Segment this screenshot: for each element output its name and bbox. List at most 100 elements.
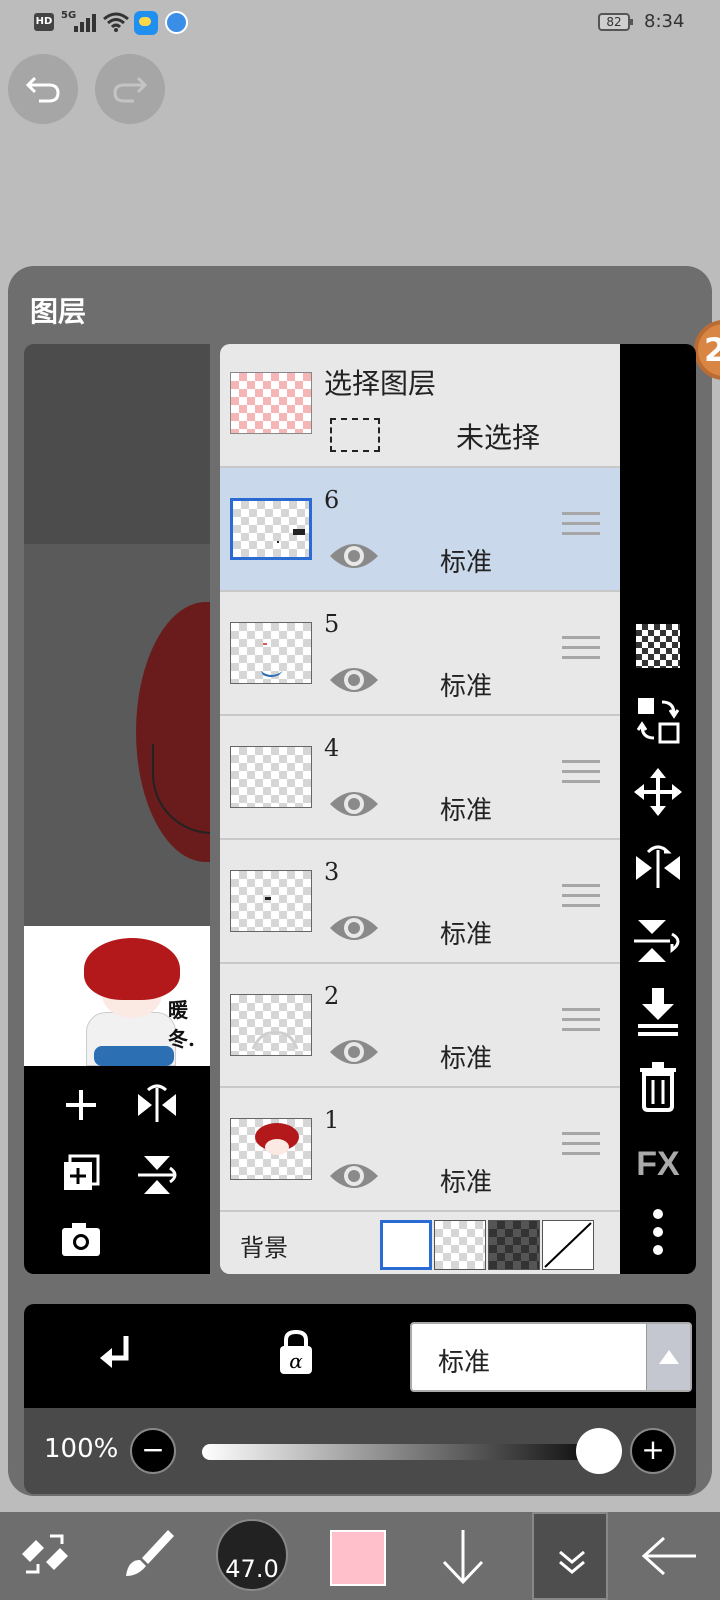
selection-thumbnail <box>230 372 312 434</box>
layer-thumbnail <box>230 870 312 932</box>
layer-thumbnail <box>230 498 312 560</box>
hd-indicator: HD <box>34 13 54 31</box>
layer-number: 3 <box>324 858 340 886</box>
browser-app-icon <box>165 11 188 34</box>
layer-blend-mode: 标准 <box>440 1044 493 1074</box>
layer-row-2[interactable]: 2 标准 <box>220 964 620 1088</box>
layer-thumbnail <box>230 746 312 808</box>
drag-handle-icon[interactable] <box>562 884 600 918</box>
background-transparent-swatch[interactable] <box>434 1220 486 1270</box>
double-chevron-down-icon <box>559 1550 585 1574</box>
canvas-shade <box>24 344 210 544</box>
thumb-signature: 暖冬. <box>168 998 195 1051</box>
flip-horizontal-icon[interactable] <box>132 1080 182 1130</box>
more-options-icon[interactable] <box>630 1204 686 1260</box>
selection-layer-row[interactable]: 选择图层 未选择 <box>220 344 620 468</box>
layer-number: 5 <box>324 610 340 638</box>
visibility-eye-icon[interactable] <box>328 662 380 698</box>
flip-vertical-icon[interactable] <box>132 1150 182 1200</box>
visibility-eye-icon[interactable] <box>328 910 380 946</box>
status-bar: HD 5G 82 8:34 <box>0 0 720 44</box>
battery-icon: 82 <box>598 13 633 31</box>
undo-button[interactable] <box>8 54 78 124</box>
opacity-bar: 100% − + <box>24 1408 696 1494</box>
background-label: 背景 <box>240 1234 288 1262</box>
layer-row-3[interactable]: 3 标准 <box>220 840 620 964</box>
layer-row-5[interactable]: 5 标准 <box>220 592 620 716</box>
layer-row-6[interactable]: 6 标准 <box>220 468 620 592</box>
layer-blend-mode: 标准 <box>440 796 493 826</box>
opacity-plus-button[interactable]: + <box>630 1428 676 1474</box>
redo-button[interactable] <box>95 54 165 124</box>
layer-blend-mode: 标准 <box>440 920 493 950</box>
drag-handle-icon[interactable] <box>562 1008 600 1042</box>
redo-icon <box>113 76 148 103</box>
brush-icon[interactable] <box>118 1524 178 1584</box>
camera-icon[interactable] <box>56 1214 106 1264</box>
blend-bar: α 标准 <box>24 1304 696 1408</box>
visibility-eye-icon[interactable] <box>328 786 380 822</box>
swap-layers-icon[interactable] <box>630 692 686 748</box>
navigator-thumbnail[interactable]: 暖冬. <box>24 926 210 1066</box>
layer-number: 1 <box>324 1106 340 1134</box>
collapse-panel-button[interactable] <box>532 1512 608 1600</box>
background-white-swatch[interactable] <box>380 1220 432 1270</box>
down-arrow-icon[interactable] <box>438 1526 488 1586</box>
flip-layer-horizontal-icon[interactable] <box>630 838 686 894</box>
opacity-slider-handle[interactable] <box>576 1428 622 1474</box>
visibility-eye-icon[interactable] <box>328 1034 380 1070</box>
background-row: 背景 <box>220 1212 620 1274</box>
visibility-eye-icon[interactable] <box>328 538 380 574</box>
layer-row-1[interactable]: 1 标准 <box>220 1088 620 1212</box>
color-swatch[interactable] <box>330 1530 386 1586</box>
fx-button[interactable]: FX <box>630 1136 686 1192</box>
duplicate-layer-icon[interactable] <box>56 1150 106 1200</box>
layer-number: 2 <box>324 982 340 1010</box>
signal-icon <box>70 14 96 32</box>
layer-row-4[interactable]: 4 标准 <box>220 716 620 840</box>
weather-app-icon <box>134 11 158 35</box>
background-none-swatch[interactable] <box>542 1220 594 1270</box>
canvas-tools <box>24 1066 210 1274</box>
selection-marquee-icon <box>330 418 380 452</box>
transparency-lock-icon[interactable] <box>636 624 680 668</box>
layer-thumbnail <box>230 622 312 684</box>
drag-handle-icon[interactable] <box>562 1132 600 1166</box>
layer-blend-mode: 标准 <box>440 548 493 578</box>
merge-down-icon[interactable] <box>630 984 686 1040</box>
brush-size-button[interactable]: 47.0 <box>216 1519 288 1591</box>
layer-toolbar: FX <box>620 344 696 1274</box>
move-icon[interactable] <box>630 764 686 820</box>
background-dark-swatch[interactable] <box>488 1220 540 1270</box>
add-layer-icon[interactable] <box>56 1080 106 1130</box>
delete-layer-icon[interactable] <box>630 1058 686 1114</box>
selection-title: 选择图层 <box>324 367 437 400</box>
layer-thumbnail <box>230 994 312 1056</box>
drag-handle-icon[interactable] <box>562 512 600 546</box>
layer-number: 6 <box>324 486 340 514</box>
transform-eraser-icon[interactable] <box>16 1526 72 1582</box>
thumb-hair <box>84 938 180 1000</box>
layer-number: 4 <box>324 734 340 762</box>
blend-mode-select[interactable]: 标准 <box>410 1322 692 1392</box>
layer-blend-mode: 标准 <box>440 1168 493 1198</box>
visibility-eye-icon[interactable] <box>328 1158 380 1194</box>
opacity-value: 100% <box>44 1434 119 1464</box>
drag-handle-icon[interactable] <box>562 760 600 794</box>
flip-layer-vertical-icon[interactable] <box>630 912 686 968</box>
svg-text:α: α <box>289 1349 303 1373</box>
layer-list: 选择图层 未选择 6 标准 5 标准 4 标准 3 标准 2 标准 1 标准 背… <box>220 344 620 1274</box>
layer-thumbnail <box>230 1118 312 1180</box>
layer-blend-mode: 标准 <box>440 672 493 702</box>
opacity-slider[interactable] <box>202 1444 608 1460</box>
clipping-arrow-icon[interactable] <box>96 1332 140 1380</box>
selection-status: 未选择 <box>456 421 541 454</box>
alpha-lock-icon[interactable]: α <box>276 1328 316 1378</box>
blend-mode-value: 标准 <box>438 1348 491 1378</box>
drag-handle-icon[interactable] <box>562 636 600 670</box>
thumb-shorts <box>94 1046 174 1066</box>
clock: 8:34 <box>644 11 685 32</box>
dropdown-arrow-icon <box>646 1324 690 1390</box>
back-arrow-icon[interactable] <box>640 1534 700 1578</box>
opacity-minus-button[interactable]: − <box>130 1428 176 1474</box>
